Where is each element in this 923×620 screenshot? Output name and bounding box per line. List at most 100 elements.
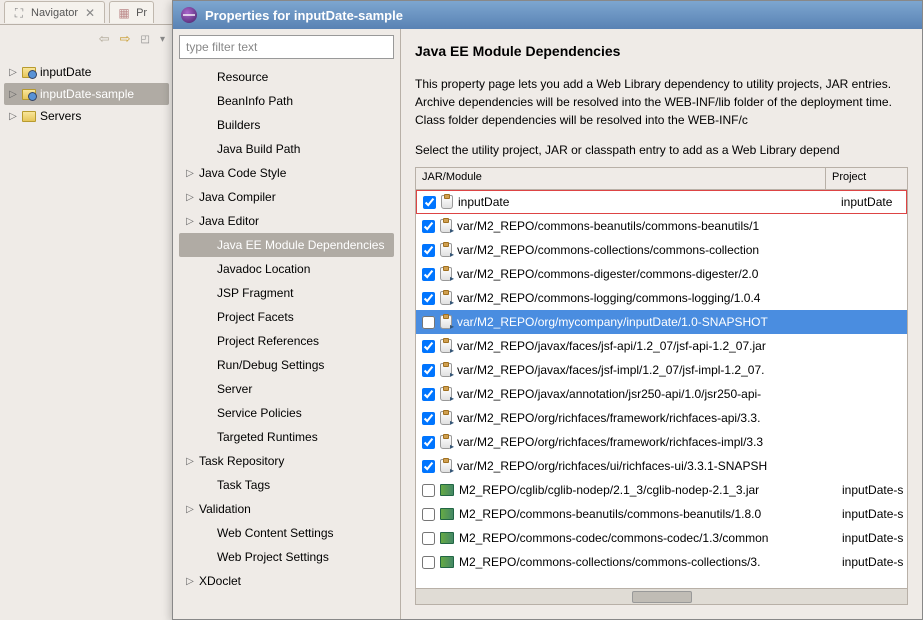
property-tree-item[interactable]: Web Project Settings: [179, 545, 394, 569]
row-checkbox[interactable]: [422, 388, 435, 401]
row-checkbox[interactable]: [422, 364, 435, 377]
property-tree-item[interactable]: BeanInfo Path: [179, 89, 394, 113]
property-tree-item[interactable]: Web Content Settings: [179, 521, 394, 545]
table-row[interactable]: var/M2_REPO/org/richfaces/ui/richfaces-u…: [416, 454, 907, 478]
property-tree-label: Resource: [217, 70, 268, 84]
menu-toggle-icon[interactable]: ▾: [160, 34, 165, 45]
property-tree-item[interactable]: JSP Fragment: [179, 281, 394, 305]
row-checkbox[interactable]: [422, 244, 435, 257]
property-tree-item[interactable]: Builders: [179, 113, 394, 137]
navigator-item-label: Servers: [40, 109, 81, 123]
collapse-toggle-icon[interactable]: ◰: [141, 34, 150, 45]
row-checkbox[interactable]: [422, 268, 435, 281]
property-tree-item[interactable]: Project Facets: [179, 305, 394, 329]
expand-arrow-icon[interactable]: ▷: [8, 67, 18, 78]
row-checkbox[interactable]: [422, 316, 435, 329]
row-checkbox[interactable]: [422, 484, 435, 497]
property-tree-label: Web Project Settings: [217, 550, 329, 564]
property-tree-item[interactable]: ▷Java Editor: [179, 209, 394, 233]
table-row[interactable]: var/M2_REPO/commons-collections/commons-…: [416, 238, 907, 262]
table-row[interactable]: var/M2_REPO/javax/annotation/jsr250-api/…: [416, 382, 907, 406]
table-row[interactable]: M2_REPO/commons-beanutils/commons-beanut…: [416, 502, 907, 526]
dialog-titlebar[interactable]: Properties for inputDate-sample: [173, 1, 922, 29]
navigator-panel: ⛶ Navigator ✕ ▦ Pr ⇦ ⇨ ◰ ▾ ▷inputDate▷in…: [0, 0, 174, 620]
property-tree-item[interactable]: Targeted Runtimes: [179, 425, 394, 449]
jar-icon: [440, 387, 452, 401]
property-tree-item[interactable]: Project References: [179, 329, 394, 353]
property-tree-item[interactable]: Server: [179, 377, 394, 401]
tab-icon: ▦: [116, 5, 132, 21]
property-tree-item[interactable]: ▷Java Code Style: [179, 161, 394, 185]
property-tree-label: Java EE Module Dependencies: [217, 238, 384, 252]
expand-arrow-icon[interactable]: ▷: [185, 216, 195, 227]
table-row[interactable]: M2_REPO/commons-codec/commons-codec/1.3/…: [416, 526, 907, 550]
property-tree-item[interactable]: ▷XDoclet: [179, 569, 394, 593]
navigator-item[interactable]: ▷ Servers: [4, 105, 169, 127]
expand-arrow-icon[interactable]: ▷: [185, 576, 195, 587]
navigator-tabs: ⛶ Navigator ✕ ▦ Pr: [0, 0, 173, 25]
table-row[interactable]: var/M2_REPO/org/mycompany/inputDate/1.0-…: [416, 310, 907, 334]
row-checkbox[interactable]: [423, 196, 436, 209]
row-checkbox[interactable]: [422, 556, 435, 569]
table-row[interactable]: var/M2_REPO/org/richfaces/framework/rich…: [416, 430, 907, 454]
row-checkbox[interactable]: [422, 532, 435, 545]
expand-arrow-icon[interactable]: ▷: [185, 168, 195, 179]
table-row[interactable]: var/M2_REPO/javax/faces/jsf-impl/1.2_07/…: [416, 358, 907, 382]
property-tree-label: Targeted Runtimes: [217, 430, 318, 444]
column-project-header[interactable]: Project: [826, 168, 907, 189]
row-checkbox[interactable]: [422, 436, 435, 449]
property-tree-item[interactable]: Java EE Module Dependencies: [179, 233, 394, 257]
row-checkbox[interactable]: [422, 460, 435, 473]
property-tree-label: Validation: [199, 502, 251, 516]
column-jar-header[interactable]: JAR/Module: [416, 168, 826, 189]
navigator-toolbar: ⇦ ⇨ ◰ ▾: [0, 25, 173, 53]
property-tree-item[interactable]: Service Policies: [179, 401, 394, 425]
table-row[interactable]: var/M2_REPO/org/richfaces/framework/rich…: [416, 406, 907, 430]
horizontal-scrollbar[interactable]: [416, 588, 907, 604]
property-tree-item[interactable]: ▷Task Repository: [179, 449, 394, 473]
properties-content: Java EE Module Dependencies This propert…: [401, 29, 922, 619]
table-row[interactable]: var/M2_REPO/javax/faces/jsf-api/1.2_07/j…: [416, 334, 907, 358]
navigator-tab-2[interactable]: ▦ Pr: [109, 1, 154, 23]
row-checkbox[interactable]: [422, 292, 435, 305]
navigator-item-label: inputDate-sample: [40, 87, 134, 101]
content-description: This property page lets you add a Web Li…: [415, 75, 908, 129]
property-tree-item[interactable]: Resource: [179, 65, 394, 89]
table-row[interactable]: M2_REPO/cglib/cglib-nodep/2.1_3/cglib-no…: [416, 478, 907, 502]
library-icon: [440, 508, 454, 520]
forward-icon[interactable]: ⇨: [120, 31, 131, 47]
expand-arrow-icon[interactable]: ▷: [185, 192, 195, 203]
property-tree-item[interactable]: ▷ Validation: [179, 497, 394, 521]
property-tree-item[interactable]: Java Build Path: [179, 137, 394, 161]
jar-icon: [440, 435, 452, 449]
table-row[interactable]: inputDateinputDate: [416, 190, 907, 214]
jar-icon: [440, 363, 452, 377]
row-checkbox[interactable]: [422, 220, 435, 233]
property-tree-item[interactable]: Run/Debug Settings: [179, 353, 394, 377]
expand-arrow-icon[interactable]: ▷: [185, 456, 195, 467]
property-tree-item[interactable]: Javadoc Location: [179, 257, 394, 281]
jar-icon: [440, 339, 452, 353]
close-icon[interactable]: ✕: [82, 5, 98, 21]
table-rows[interactable]: inputDateinputDatevar/M2_REPO/commons-be…: [416, 190, 907, 588]
navigator-item[interactable]: ▷inputDate: [4, 61, 169, 83]
navigator-tab[interactable]: ⛶ Navigator ✕: [4, 1, 105, 23]
row-checkbox[interactable]: [422, 412, 435, 425]
navigator-item[interactable]: ▷ inputDate-sample: [4, 83, 169, 105]
table-row[interactable]: var/M2_REPO/commons-beanutils/commons-be…: [416, 214, 907, 238]
filter-input[interactable]: [179, 35, 394, 59]
property-tree-item[interactable]: Task Tags: [179, 473, 394, 497]
table-row[interactable]: M2_REPO/commons-collections/commons-coll…: [416, 550, 907, 574]
row-label: M2_REPO/commons-collections/commons-coll…: [459, 555, 838, 569]
property-tree-item[interactable]: ▷Java Compiler: [179, 185, 394, 209]
expand-arrow-icon[interactable]: ▷: [185, 504, 195, 515]
row-checkbox[interactable]: [422, 508, 435, 521]
table-row[interactable]: var/M2_REPO/commons-digester/commons-dig…: [416, 262, 907, 286]
back-icon[interactable]: ⇦: [99, 31, 110, 47]
expand-arrow-icon[interactable]: ▷: [8, 89, 18, 100]
expand-arrow-icon[interactable]: ▷: [8, 111, 18, 122]
table-row[interactable]: var/M2_REPO/commons-logging/commons-logg…: [416, 286, 907, 310]
row-checkbox[interactable]: [422, 340, 435, 353]
property-tree-label: Builders: [217, 118, 260, 132]
scrollbar-thumb[interactable]: [632, 591, 692, 603]
